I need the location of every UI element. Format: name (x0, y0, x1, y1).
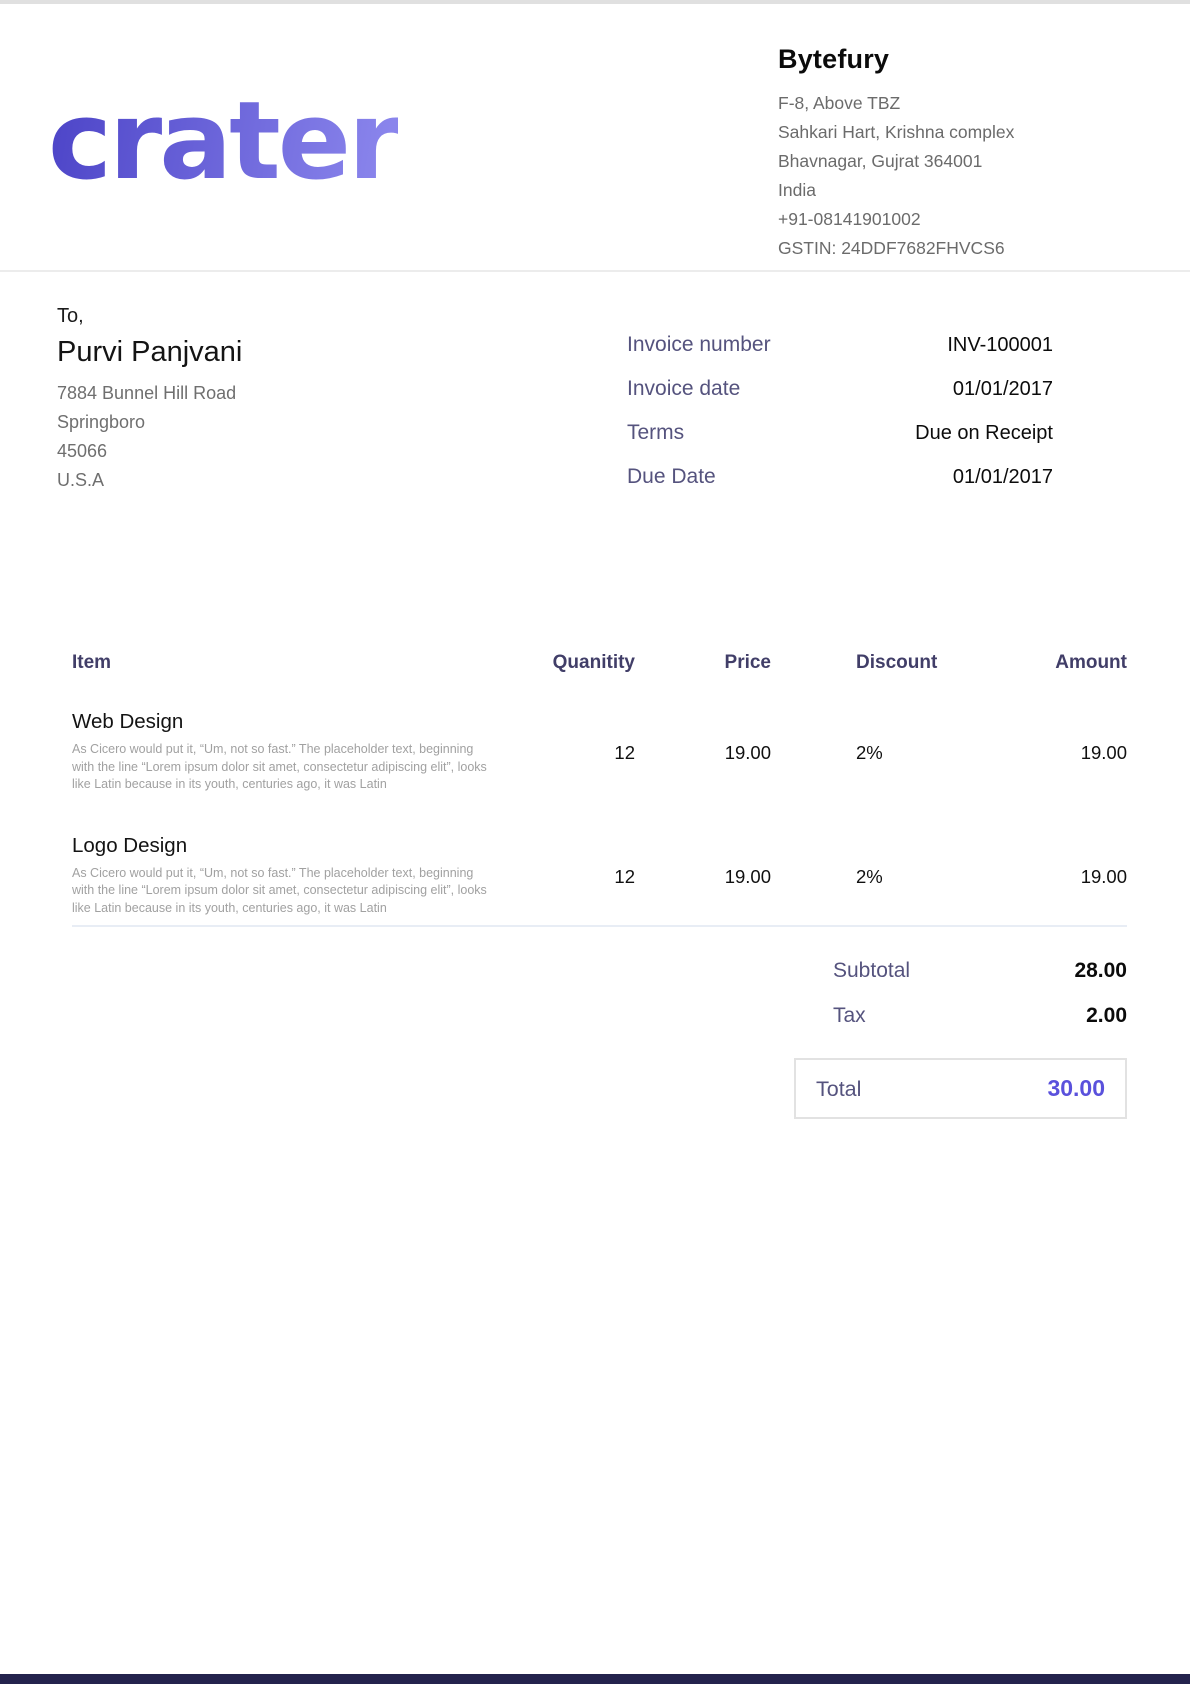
column-header-amount: Amount (964, 652, 1127, 674)
invoice-date-label: Invoice date (627, 377, 740, 401)
item-details: Logo Design As Cicero would put it, “Um,… (72, 834, 490, 918)
item-description: As Cicero would put it, “Um, not so fast… (72, 865, 488, 918)
column-header-quantity: Quanitity (490, 652, 635, 674)
tax-row: Tax 2.00 (833, 1004, 1127, 1028)
company-address-line: Bhavnagar, Gujrat 364001 (778, 147, 1150, 176)
company-address-line: F-8, Above TBZ (778, 89, 1150, 118)
item-name: Web Design (72, 710, 490, 734)
items-table-header: Item Quanitity Price Discount Amount (72, 652, 1127, 674)
company-address-line: Sahkari Hart, Krishna complex (778, 118, 1150, 147)
column-header-price: Price (635, 652, 771, 674)
due-date-row: Due Date 01/01/2017 (627, 465, 1053, 489)
company-gstin: GSTIN: 24DDF7682FHVCS6 (778, 234, 1150, 263)
bill-to-section: To, Purvi Panjvani 7884 Bunnel Hill Road… (57, 305, 477, 495)
column-header-discount: Discount (771, 652, 964, 674)
customer-address-line: Springboro (57, 408, 477, 437)
crater-logo: crater (48, 88, 398, 196)
tax-label: Tax (833, 1004, 866, 1028)
customer-address-line: 7884 Bunnel Hill Road (57, 379, 477, 408)
invoice-header: crater Bytefury F-8, Above TBZ Sahkari H… (0, 4, 1190, 272)
totals-section: Subtotal 28.00 Tax 2.00 Total 30.00 (72, 925, 1127, 1119)
totals-divider (72, 925, 1127, 927)
customer-address-line: 45066 (57, 437, 477, 466)
item-description: As Cicero would put it, “Um, not so fast… (72, 741, 488, 794)
bill-to-label: To, (57, 305, 477, 328)
table-row: Web Design As Cicero would put it, “Um, … (72, 710, 1127, 794)
item-discount: 2% (771, 710, 964, 794)
company-name: Bytefury (778, 44, 1150, 75)
total-label: Total (816, 1077, 861, 1102)
customer-address-line: U.S.A (57, 466, 477, 495)
item-price: 19.00 (635, 834, 771, 918)
item-details: Web Design As Cicero would put it, “Um, … (72, 710, 490, 794)
invoice-meta: Invoice number INV-100001 Invoice date 0… (627, 333, 1053, 509)
tax-value: 2.00 (1086, 1004, 1127, 1028)
company-info: Bytefury F-8, Above TBZ Sahkari Hart, Kr… (778, 40, 1150, 263)
table-row: Logo Design As Cicero would put it, “Um,… (72, 834, 1127, 918)
company-phone: +91-08141901002 (778, 205, 1150, 234)
invoice-number-row: Invoice number INV-100001 (627, 333, 1053, 357)
item-amount: 19.00 (964, 834, 1127, 918)
subtotal-label: Subtotal (833, 959, 910, 983)
terms-value: Due on Receipt (915, 422, 1053, 445)
item-name: Logo Design (72, 834, 490, 858)
invoice-page: crater Bytefury F-8, Above TBZ Sahkari H… (0, 0, 1190, 1684)
terms-label: Terms (627, 421, 684, 445)
subtotal-row: Subtotal 28.00 (833, 959, 1127, 983)
item-price: 19.00 (635, 710, 771, 794)
due-date-value: 01/01/2017 (953, 466, 1053, 489)
subtotal-value: 28.00 (1074, 959, 1127, 983)
column-header-item: Item (72, 652, 490, 674)
total-box: Total 30.00 (794, 1058, 1127, 1119)
items-table: Item Quanitity Price Discount Amount Web… (72, 652, 1127, 957)
company-address-line: India (778, 176, 1150, 205)
customer-name: Purvi Panjvani (57, 336, 477, 369)
invoice-number-value: INV-100001 (947, 334, 1053, 357)
terms-row: Terms Due on Receipt (627, 421, 1053, 445)
invoice-date-value: 01/01/2017 (953, 378, 1053, 401)
invoice-date-row: Invoice date 01/01/2017 (627, 377, 1053, 401)
page-bottom-bar (0, 1674, 1190, 1684)
total-value: 30.00 (1047, 1075, 1105, 1102)
item-amount: 19.00 (964, 710, 1127, 794)
item-discount: 2% (771, 834, 964, 918)
invoice-number-label: Invoice number (627, 333, 771, 357)
due-date-label: Due Date (627, 465, 716, 489)
item-quantity: 12 (490, 834, 635, 918)
item-quantity: 12 (490, 710, 635, 794)
